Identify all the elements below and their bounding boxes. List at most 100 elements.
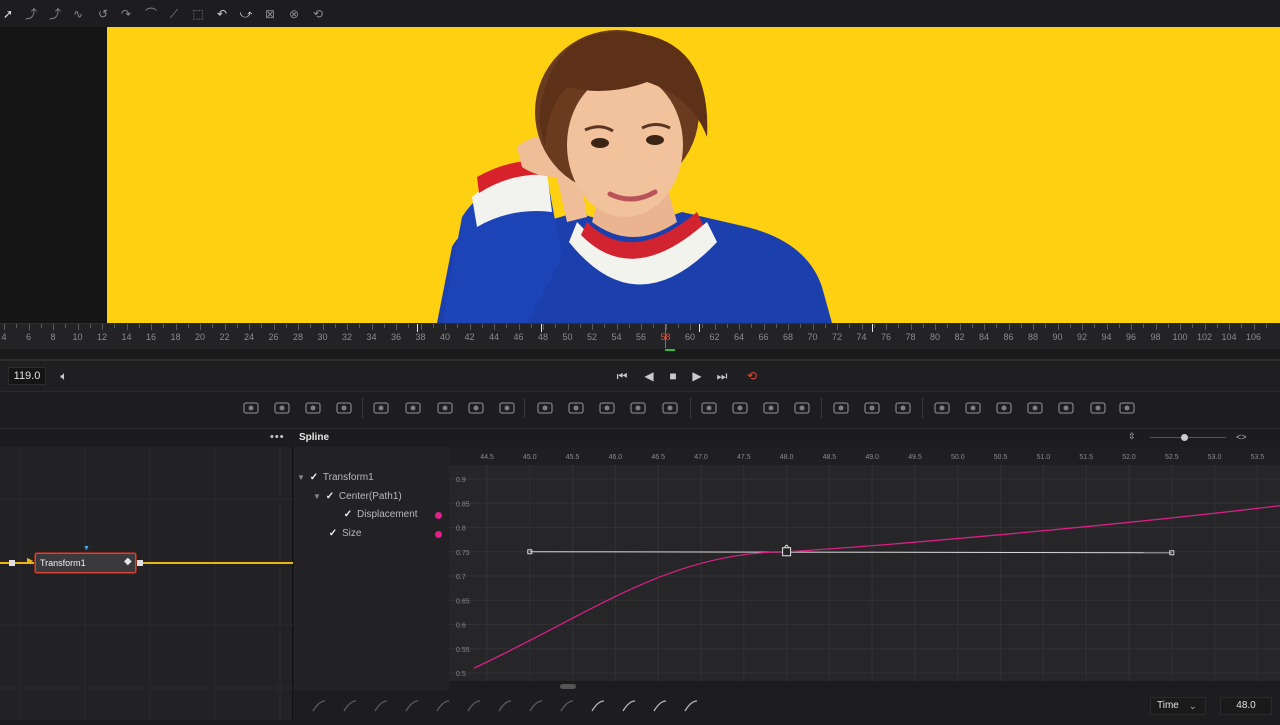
- linear-key-icon[interactable]: [342, 699, 358, 713]
- checkbox-checked-icon[interactable]: ✓: [343, 509, 353, 520]
- loop-tool-icon[interactable]: ↺: [95, 6, 111, 22]
- transform-tool-icon[interactable]: [661, 400, 679, 416]
- expand-arrow-icon[interactable]: ▼: [313, 492, 321, 501]
- ruler-label: 68: [782, 332, 794, 342]
- node-output-port[interactable]: [137, 560, 143, 566]
- expand-arrow-icon[interactable]: ▼: [297, 473, 305, 482]
- keyframe-marker[interactable]: [417, 324, 418, 332]
- reverse-tool-icon[interactable]: ↷: [118, 6, 134, 22]
- checkbox-checked-icon[interactable]: ✓: [309, 472, 319, 483]
- linear-curve-icon[interactable]: ⟋: [166, 6, 182, 22]
- color-corrector-icon[interactable]: [404, 400, 422, 416]
- play-reverse-icon[interactable]: ◀: [640, 367, 658, 385]
- spline-fit-icon[interactable]: <>: [1236, 432, 1247, 442]
- go-to-start-icon[interactable]: ⏮︎: [613, 367, 631, 385]
- ease-in-icon[interactable]: [497, 699, 513, 713]
- matte-control-icon[interactable]: [629, 400, 647, 416]
- shape3d-icon[interactable]: [933, 400, 951, 416]
- speaker-icon[interactable]: 🔈︎: [55, 367, 73, 385]
- renderer3d-icon[interactable]: [1057, 400, 1075, 416]
- spline-zoom-slider[interactable]: [1150, 437, 1226, 438]
- light3d-icon[interactable]: [1089, 400, 1107, 416]
- play-forward-icon[interactable]: ▶: [688, 367, 706, 385]
- spline-graph-canvas[interactable]: 44.5 45.0 45.5 46.0 46.5 47.0 47.5 48.0 48.5 49.0…: [449, 447, 1280, 681]
- scale-keys-icon[interactable]: [621, 699, 637, 713]
- current-frame-field[interactable]: 119.0: [8, 367, 46, 385]
- camera3d-icon[interactable]: [1026, 400, 1044, 416]
- step-in-icon[interactable]: [404, 699, 420, 713]
- particle-group-icon[interactable]: [894, 400, 912, 416]
- fast-noise-tool-icon[interactable]: [273, 400, 291, 416]
- settings-path-icon[interactable]: ⟲: [310, 6, 326, 22]
- polygon-mask-icon[interactable]: [762, 400, 780, 416]
- playhead-line[interactable]: [664, 324, 666, 348]
- channel-booleans-icon[interactable]: [598, 400, 616, 416]
- tree-row-displacement[interactable]: ✓ Displacement: [343, 509, 418, 520]
- checkbox-checked-icon[interactable]: ✓: [328, 528, 338, 539]
- reduce-points-icon[interactable]: ⤻: [238, 6, 254, 22]
- zoom-fit-icon[interactable]: ⊠: [262, 6, 278, 22]
- paint-tool-icon[interactable]: [335, 400, 353, 416]
- tree-row-size[interactable]: ✓ Size: [328, 528, 362, 539]
- transform-node[interactable]: Transform1 ◆: [35, 553, 136, 573]
- node-editor[interactable]: [0, 429, 293, 720]
- particle-render-icon[interactable]: [863, 400, 881, 416]
- drop-tool-icon[interactable]: [498, 400, 516, 416]
- paint-tool-icon[interactable]: ∿: [70, 6, 86, 22]
- spline-graph[interactable]: 44.5 45.0 45.5 46.0 46.5 47.0 47.5 48.0 48.5 49.0…: [449, 447, 1280, 681]
- time-stretch-icon[interactable]: [559, 699, 575, 713]
- merge-layer-icon[interactable]: [567, 400, 585, 416]
- go-to-end-icon[interactable]: ⏭︎: [713, 367, 731, 385]
- show-keys-icon[interactable]: [683, 699, 699, 713]
- smooth-curve-icon[interactable]: ⌒: [143, 6, 159, 22]
- reverse-key-icon[interactable]: [466, 699, 482, 713]
- stop-icon[interactable]: ■: [664, 367, 682, 385]
- time-mode-select[interactable]: Time ⌄: [1150, 697, 1206, 715]
- timeline-ruler[interactable]: 4 6 8 10 12 14 16 18 20 22 24 26 28 30 32 34 36 38 40 42 44 4…: [0, 323, 1280, 349]
- checkbox-checked-icon[interactable]: ✓: [325, 491, 335, 502]
- text3d-icon[interactable]: [995, 400, 1013, 416]
- time-value-field[interactable]: 48.0: [1220, 697, 1272, 715]
- more-options-icon[interactable]: •••: [270, 431, 285, 443]
- tree-row-transform1[interactable]: ▼ ✓ Transform1: [297, 472, 374, 483]
- tree-row-center[interactable]: ▼ ✓ Center(Path1): [313, 491, 402, 502]
- add-key-icon[interactable]: [590, 699, 606, 713]
- size-color-dot[interactable]: [435, 531, 442, 538]
- graph-h-scrollbar[interactable]: [560, 684, 576, 689]
- node-input-port[interactable]: [9, 560, 15, 566]
- playhead-marker[interactable]: [665, 349, 675, 351]
- merge-tool-icon[interactable]: [536, 400, 554, 416]
- text-tool-icon[interactable]: [304, 400, 322, 416]
- ellipse-mask-icon[interactable]: [731, 400, 749, 416]
- rectangle-mask-icon[interactable]: [700, 400, 718, 416]
- blur-tool-icon[interactable]: [372, 400, 390, 416]
- delete-points-icon[interactable]: ⊗: [286, 6, 302, 22]
- spline-zoom-handle[interactable]: [1181, 434, 1188, 441]
- transform-path-icon[interactable]: ↶: [214, 6, 230, 22]
- step-out-icon[interactable]: [435, 699, 451, 713]
- timeline-strip[interactable]: [0, 349, 1280, 361]
- curves-tool-icon[interactable]: [436, 400, 454, 416]
- node-mask-port[interactable]: ▼: [83, 545, 90, 552]
- polygon-tool-icon[interactable]: ⤴: [23, 6, 39, 22]
- keyframe-marker[interactable]: [699, 324, 700, 332]
- invert-key-icon[interactable]: [373, 699, 389, 713]
- background-tool-icon[interactable]: [242, 400, 260, 416]
- select-arrow-icon[interactable]: ➚: [0, 6, 16, 22]
- portrait-illustration: [107, 27, 1280, 323]
- bspline-mask-icon[interactable]: [793, 400, 811, 416]
- loop-icon[interactable]: ⟲: [743, 367, 761, 385]
- keyframe-marker[interactable]: [872, 324, 873, 332]
- bspline-tool-icon[interactable]: ⤴: [47, 6, 63, 22]
- displacement-color-dot[interactable]: [435, 512, 442, 519]
- smooth-key-icon[interactable]: [311, 699, 327, 713]
- ease-out-icon[interactable]: [528, 699, 544, 713]
- select-region-icon[interactable]: ⬚: [190, 6, 206, 22]
- fog3d-icon[interactable]: [1118, 400, 1136, 416]
- keyframe-marker[interactable]: [541, 324, 542, 332]
- particle-emitter-icon[interactable]: [832, 400, 850, 416]
- brightness-tool-icon[interactable]: [467, 400, 485, 416]
- fit-view-icon[interactable]: [652, 699, 668, 713]
- merge3d-icon[interactable]: [964, 400, 982, 416]
- spline-header-sort-icon[interactable]: ⇳: [1128, 431, 1136, 442]
